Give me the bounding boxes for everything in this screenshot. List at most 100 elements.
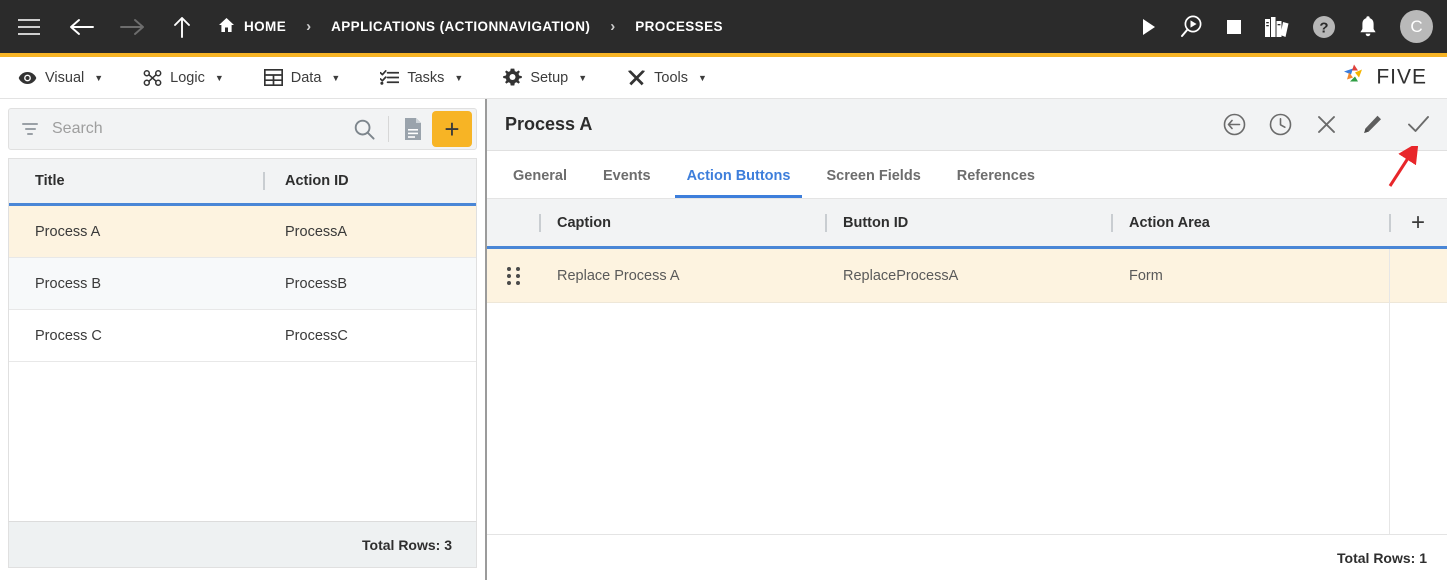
cell-action-area: Form [1129, 267, 1163, 284]
total-rows-label: Total Rows: 1 [1337, 549, 1427, 566]
library-icon[interactable] [1264, 16, 1290, 38]
menu-item-label: Tasks [407, 69, 445, 86]
breadcrumb-item-home[interactable]: HOME [218, 17, 286, 36]
menu-item-label: Data [290, 69, 322, 86]
home-icon [218, 17, 235, 36]
top-actions: ? C [1140, 10, 1433, 43]
breadcrumb-separator: › [610, 18, 616, 35]
search-bar: + [8, 108, 477, 150]
cell-button-id: ReplaceProcessA [843, 267, 959, 284]
table-row[interactable]: Replace Process A ReplaceProcessA Form [487, 249, 1447, 303]
add-record-button[interactable]: + [432, 111, 472, 147]
menu-item-tasks[interactable]: Tasks ▼ [380, 68, 463, 87]
breadcrumb-item-processes[interactable]: PROCESSES [635, 19, 723, 34]
five-pinwheel-icon [1340, 61, 1370, 94]
top-navigation-bar: HOME › APPLICATIONS (ACTIONNAVIGATION) ›… [0, 0, 1447, 53]
menu-item-label: Tools [654, 69, 688, 86]
grid-vertical-divider [1389, 249, 1390, 534]
chevron-down-icon: ▼ [698, 72, 707, 83]
chevron-down-icon: ▼ [94, 72, 104, 83]
search-input[interactable] [41, 120, 349, 138]
tab-general[interactable]: General [501, 168, 579, 198]
cell-action-id: ProcessB [285, 275, 348, 292]
checklist-icon [380, 68, 400, 87]
five-logo: FIVE [1340, 61, 1427, 94]
breadcrumb-separator: › [306, 18, 312, 35]
menu-item-label: Setup [530, 69, 569, 86]
left-grid-footer: Total Rows: 3 [8, 521, 477, 568]
table-icon [263, 68, 283, 87]
document-icon[interactable] [398, 114, 428, 144]
grid-header-row: Caption Button ID Action Area + [487, 199, 1447, 249]
close-icon[interactable] [1313, 112, 1339, 138]
total-rows-label: Total Rows: 3 [362, 536, 452, 553]
column-header-caption[interactable]: Caption [539, 199, 825, 246]
edit-pencil-icon[interactable] [1359, 112, 1385, 138]
breadcrumb-label: HOME [244, 19, 287, 34]
chevron-down-icon: ▼ [454, 72, 464, 83]
arrow-up-icon[interactable] [172, 15, 192, 39]
right-grid-footer: Total Rows: 1 [487, 534, 1447, 580]
drag-handle-icon[interactable] [487, 266, 539, 285]
menu-item-label: Logic [170, 69, 205, 86]
grid-rows: Replace Process A ReplaceProcessA Form [487, 249, 1447, 534]
history-clock-icon[interactable] [1267, 112, 1293, 138]
menu-item-setup[interactable]: Setup ▼ [503, 68, 587, 87]
menu-item-logic[interactable]: Logic ▼ [143, 68, 224, 87]
breadcrumb-label: PROCESSES [635, 19, 723, 34]
hamburger-icon[interactable] [18, 18, 40, 35]
help-icon[interactable]: ? [1312, 15, 1336, 39]
grid-rows: Process A ProcessA Process B ProcessB Pr… [9, 206, 476, 521]
action-buttons-grid: Caption Button ID Action Area + Replace … [487, 199, 1447, 580]
cell-title: Process B [35, 275, 102, 292]
gear-icon [503, 68, 523, 87]
detail-tabs: General Events Action Buttons Screen Fie… [487, 151, 1447, 199]
back-circle-icon[interactable] [1221, 112, 1247, 138]
table-row[interactable]: Process B ProcessB [9, 258, 476, 310]
flow-icon [143, 68, 162, 87]
left-list-panel: + Title Action ID Process A ProcessA Pro… [0, 99, 487, 580]
column-header-action-id[interactable]: Action ID [259, 159, 476, 203]
column-header-title[interactable]: Title [9, 159, 259, 203]
detail-header: Process A [487, 99, 1447, 151]
notifications-bell-icon[interactable] [1358, 15, 1378, 38]
chevron-down-icon: ▼ [214, 72, 224, 83]
stop-icon[interactable] [1226, 19, 1242, 35]
arrow-left-icon[interactable] [68, 17, 94, 37]
breadcrumb-area: HOME › APPLICATIONS (ACTIONNAVIGATION) ›… [18, 15, 1140, 39]
cell-action-id: ProcessA [285, 223, 348, 240]
breadcrumb-item-applications[interactable]: APPLICATIONS (ACTIONNAVIGATION) [331, 19, 590, 34]
detail-header-actions [1221, 112, 1431, 138]
tab-references[interactable]: References [945, 168, 1047, 198]
svg-text:?: ? [1319, 19, 1328, 36]
page-title: Process A [505, 114, 593, 134]
table-row[interactable]: Process A ProcessA [9, 206, 476, 258]
chevron-down-icon: ▼ [331, 72, 341, 83]
arrow-right-icon[interactable] [120, 17, 146, 37]
process-list-grid: Title Action ID Process A ProcessA Proce… [8, 158, 477, 521]
search-icon[interactable] [349, 114, 379, 144]
filter-icon[interactable] [19, 123, 41, 135]
toolbar-divider [388, 116, 389, 142]
confirm-check-icon[interactable] [1405, 112, 1431, 138]
cell-title: Process C [35, 327, 102, 344]
menu-item-visual[interactable]: Visual ▼ [18, 68, 103, 87]
tab-action-buttons[interactable]: Action Buttons [674, 168, 803, 198]
debug-icon[interactable] [1179, 14, 1204, 39]
avatar[interactable]: C [1400, 10, 1433, 43]
tab-events[interactable]: Events [591, 168, 663, 198]
eye-icon [18, 68, 37, 87]
add-action-button[interactable]: + [1389, 199, 1447, 246]
cell-action-id: ProcessC [285, 327, 348, 344]
menu-item-tools[interactable]: Tools ▼ [627, 68, 707, 87]
detail-panel: Process A General Events Action Buttons … [487, 99, 1447, 580]
table-row[interactable]: Process C ProcessC [9, 310, 476, 362]
column-header-button-id[interactable]: Button ID [825, 199, 1111, 246]
panel-bottom-padding [0, 568, 485, 580]
run-icon[interactable] [1140, 18, 1157, 36]
menu-item-data[interactable]: Data ▼ [263, 68, 341, 87]
tab-screen-fields[interactable]: Screen Fields [814, 168, 932, 198]
column-header-action-area[interactable]: Action Area [1111, 199, 1389, 246]
grid-header-row: Title Action ID [9, 159, 476, 206]
breadcrumb-label: APPLICATIONS (ACTIONNAVIGATION) [331, 19, 591, 34]
